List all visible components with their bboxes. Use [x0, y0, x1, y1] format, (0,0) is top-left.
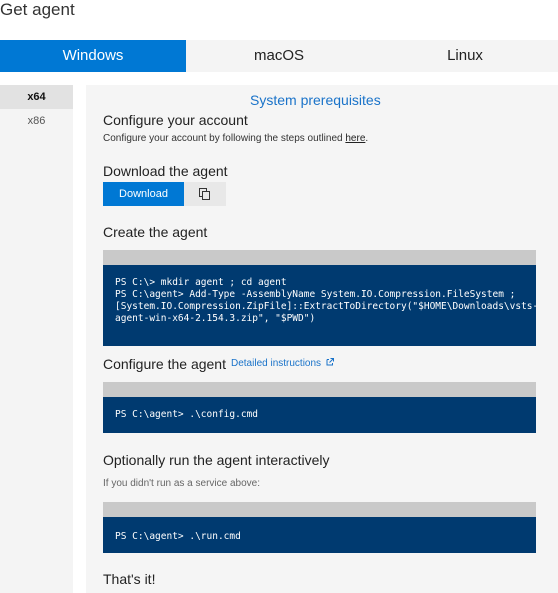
copy-icon — [199, 188, 210, 200]
external-link-icon — [326, 358, 334, 366]
configure-agent-heading: Configure the agent — [103, 356, 226, 372]
code-block-bar — [103, 382, 536, 397]
download-heading: Download the agent — [103, 163, 228, 179]
arch-x86[interactable]: x86 — [0, 109, 73, 133]
tab-linux[interactable]: Linux — [372, 40, 558, 72]
done-heading: That's it! — [103, 571, 156, 587]
configure-account-text: Configure your account by following the … — [103, 133, 368, 144]
configure-code: PS C:\agent> .\config.cmd — [115, 409, 258, 420]
download-button[interactable]: Download — [103, 182, 184, 206]
here-link[interactable]: here — [345, 133, 365, 144]
detailed-instructions-label: Detailed instructions — [231, 358, 322, 369]
run-code: PS C:\agent> .\run.cmd — [115, 531, 241, 542]
run-note: If you didn't run as a service above: — [103, 478, 260, 489]
run-heading: Optionally run the agent interactively — [103, 452, 330, 468]
configure-code-block[interactable]: PS C:\agent> .\config.cmd — [103, 382, 536, 433]
code-block-bar — [103, 502, 536, 517]
code-block-bar — [103, 250, 536, 265]
configure-account-text-after: . — [365, 133, 369, 144]
tab-macos[interactable]: macOS — [186, 40, 372, 72]
system-prerequisites-link[interactable]: System prerequisites — [250, 92, 381, 108]
tab-windows[interactable]: Windows — [0, 40, 186, 72]
create-code: PS C:\> mkdir agent ; cd agent PS C:\age… — [115, 277, 536, 324]
configure-account-heading: Configure your account — [103, 112, 248, 128]
copy-button[interactable] — [184, 182, 226, 206]
arch-x64[interactable]: x64 — [0, 85, 73, 109]
create-code-block[interactable]: PS C:\> mkdir agent ; cd agent PS C:\age… — [103, 250, 536, 346]
create-heading: Create the agent — [103, 224, 208, 240]
os-tab-bar: Windows macOS Linux — [0, 40, 558, 72]
page-title: Get agent — [0, 0, 75, 19]
detailed-instructions-link[interactable]: Detailed instructions — [231, 358, 334, 369]
arch-sidebar: x64 x86 — [0, 85, 73, 593]
configure-account-text-before: Configure your account by following the … — [103, 133, 346, 144]
run-code-block[interactable]: PS C:\agent> .\run.cmd — [103, 502, 536, 553]
